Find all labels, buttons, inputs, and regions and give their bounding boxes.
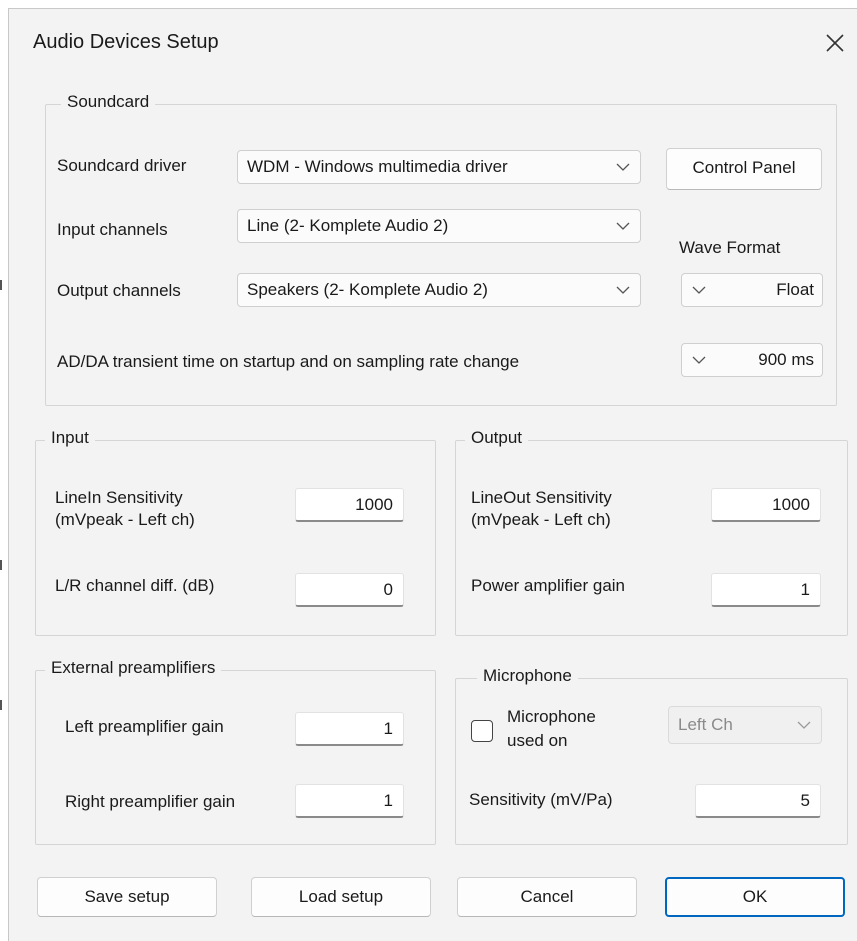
edge-mark [0, 700, 2, 710]
transient-time-value: 900 ms [758, 350, 814, 369]
power-amplifier-gain-input[interactable]: 1 [711, 573, 821, 607]
microphone-used-label-line2: used on [507, 731, 568, 750]
microphone-sensitivity-label: Sensitivity (mV/Pa) [469, 790, 613, 809]
microphone-used-label-line1: Microphone [507, 707, 596, 726]
transient-time-select[interactable]: 900 ms [681, 343, 823, 377]
lineout-sensitivity-label-line2: (mVpeak - Left ch) [471, 510, 611, 529]
title-bar: Audio Devices Setup [9, 9, 857, 79]
lr-channel-diff-label: L/R channel diff. (dB) [55, 576, 215, 595]
edge-mark [0, 560, 2, 570]
linein-sensitivity-input[interactable]: 1000 [295, 488, 404, 522]
input-channels-value: Line (2- Komplete Audio 2) [247, 216, 449, 235]
external-preamplifiers-group [35, 670, 436, 845]
close-icon [826, 34, 844, 52]
microphone-channel-value: Left Ch [678, 715, 733, 734]
ok-button[interactable]: OK [665, 877, 845, 917]
soundcard-driver-value: WDM - Windows multimedia driver [247, 157, 508, 176]
left-preamplifier-gain-label: Left preamplifier gain [65, 717, 224, 736]
window-title: Audio Devices Setup [33, 31, 219, 53]
linein-sensitivity-label-line2: (mVpeak - Left ch) [55, 510, 195, 529]
chevron-down-icon [614, 151, 632, 183]
left-preamplifier-gain-input[interactable]: 1 [295, 712, 404, 746]
output-channels-label: Output channels [57, 281, 181, 300]
transient-time-label: AD/DA transient time on startup and on s… [57, 352, 520, 371]
chevron-down-icon [690, 344, 708, 376]
wave-format-label: Wave Format [679, 238, 781, 257]
microphone-legend: Microphone [477, 666, 578, 686]
chevron-down-icon [614, 210, 632, 242]
wave-format-select[interactable]: Float [681, 273, 823, 307]
lineout-sensitivity-label-line1: LineOut Sensitivity [471, 488, 612, 507]
chevron-down-icon [614, 274, 632, 306]
soundcard-legend: Soundcard [61, 92, 156, 112]
microphone-channel-select[interactable]: Left Ch [668, 706, 822, 744]
soundcard-driver-select[interactable]: WDM - Windows multimedia driver [237, 150, 641, 184]
chevron-down-icon [795, 707, 813, 743]
microphone-used-checkbox[interactable] [471, 720, 493, 742]
close-button[interactable] [815, 23, 855, 63]
input-legend: Input [45, 428, 95, 448]
output-legend: Output [465, 428, 529, 448]
linein-sensitivity-label-line1: LineIn Sensitivity [55, 488, 183, 507]
lineout-sensitivity-input[interactable]: 1000 [711, 488, 821, 522]
lr-channel-diff-input[interactable]: 0 [295, 573, 404, 607]
cancel-button[interactable]: Cancel [457, 877, 637, 917]
chevron-down-icon [690, 274, 708, 306]
load-setup-button[interactable]: Load setup [251, 877, 431, 917]
right-preamplifier-gain-input[interactable]: 1 [295, 784, 404, 818]
external-preamplifiers-legend: External preamplifiers [45, 658, 222, 678]
wave-format-value: Float [776, 280, 814, 299]
right-preamplifier-gain-label: Right preamplifier gain [65, 792, 236, 811]
soundcard-driver-label: Soundcard driver [57, 156, 187, 175]
output-channels-select[interactable]: Speakers (2- Komplete Audio 2) [237, 273, 641, 307]
input-channels-select[interactable]: Line (2- Komplete Audio 2) [237, 209, 641, 243]
input-channels-label: Input channels [57, 220, 168, 239]
microphone-group [455, 678, 848, 845]
save-setup-button[interactable]: Save setup [37, 877, 217, 917]
output-channels-value: Speakers (2- Komplete Audio 2) [247, 280, 488, 299]
power-amplifier-gain-label: Power amplifier gain [471, 576, 626, 595]
control-panel-button[interactable]: Control Panel [666, 148, 822, 190]
audio-devices-setup-dialog: Audio Devices Setup Soundcard Soundcard … [8, 8, 857, 941]
microphone-sensitivity-input[interactable]: 5 [695, 784, 821, 818]
edge-mark [0, 280, 2, 290]
